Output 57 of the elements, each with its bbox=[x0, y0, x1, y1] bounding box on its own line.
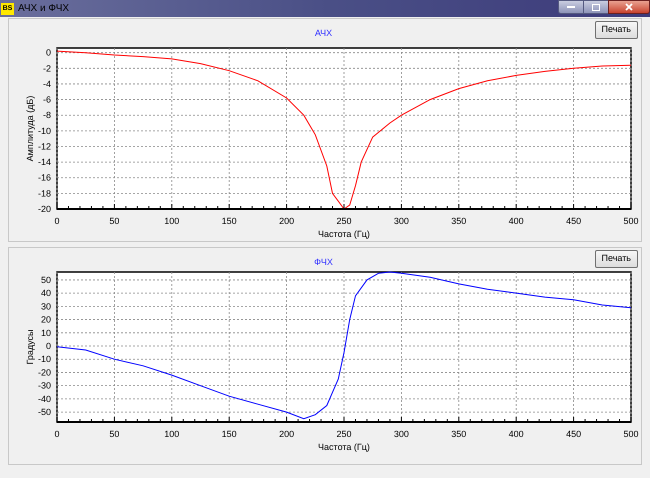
tick-label: 0 bbox=[46, 48, 51, 58]
tick-label: 50 bbox=[40, 274, 51, 285]
tick-label: 350 bbox=[451, 216, 466, 226]
tick-label: 150 bbox=[222, 429, 237, 439]
print-button[interactable]: Печать bbox=[594, 21, 638, 39]
tick-label: 30 bbox=[40, 301, 51, 312]
close-icon bbox=[625, 3, 633, 11]
tick-label: -10 bbox=[38, 354, 51, 364]
tick-label: 150 bbox=[222, 216, 237, 226]
tick-label: -20 bbox=[38, 204, 51, 214]
tick-label: 0 bbox=[46, 341, 51, 351]
tick-label: -14 bbox=[38, 157, 51, 168]
tick-label: 40 bbox=[40, 288, 51, 298]
tick-label: 0 bbox=[54, 429, 60, 439]
window-title: АЧХ и ФЧХ bbox=[18, 2, 70, 16]
tick-label: 10 bbox=[40, 328, 51, 338]
maximize-button[interactable] bbox=[584, 0, 608, 14]
tick-label: 50 bbox=[109, 429, 120, 439]
tick-label: 300 bbox=[394, 429, 409, 439]
tick-label: -16 bbox=[38, 172, 51, 183]
tick-label: 100 bbox=[164, 429, 180, 439]
tick-label: -4 bbox=[42, 78, 51, 89]
tick-label: -18 bbox=[38, 188, 51, 198]
tick-label: -6 bbox=[42, 94, 51, 105]
tick-label: 500 bbox=[623, 429, 639, 439]
tick-label: -2 bbox=[42, 63, 51, 74]
tick-label: -10 bbox=[38, 126, 51, 136]
tick-label: -50 bbox=[38, 407, 51, 418]
chart-title: АЧХ bbox=[314, 29, 332, 40]
tick-label: 50 bbox=[109, 216, 120, 226]
tick-label: 250 bbox=[336, 216, 352, 226]
tick-label: 450 bbox=[566, 429, 582, 439]
tick-label: 400 bbox=[508, 216, 524, 226]
tick-label: 450 bbox=[566, 216, 582, 226]
tick-label: -20 bbox=[38, 367, 51, 378]
axis-title: Частота (Гц) bbox=[318, 442, 370, 452]
tick-label: -8 bbox=[42, 110, 51, 120]
tick-label: 200 bbox=[279, 429, 294, 439]
tick-label: 100 bbox=[164, 216, 180, 226]
tick-label: -40 bbox=[38, 394, 51, 404]
axis-title: Амплитуда (дБ) bbox=[25, 96, 35, 162]
tick-label: 350 bbox=[451, 429, 466, 439]
minimize-button[interactable] bbox=[558, 0, 584, 14]
tick-label: 250 bbox=[336, 429, 352, 439]
axis-title: Градусы bbox=[25, 330, 35, 364]
print-button[interactable]: Печать bbox=[594, 250, 638, 268]
axis-title: Частота (Гц) bbox=[318, 229, 370, 239]
tick-label: 300 bbox=[394, 216, 409, 226]
close-button[interactable] bbox=[608, 0, 650, 14]
tick-label: 400 bbox=[508, 429, 524, 439]
tick-label: -12 bbox=[38, 141, 51, 152]
tick-label: 500 bbox=[623, 216, 639, 226]
tick-label: 0 bbox=[54, 216, 60, 226]
tick-label: 20 bbox=[40, 314, 51, 325]
chart-title: ФЧХ bbox=[314, 258, 333, 269]
tick-label: -30 bbox=[38, 380, 51, 391]
tick-label: 200 bbox=[279, 216, 294, 226]
